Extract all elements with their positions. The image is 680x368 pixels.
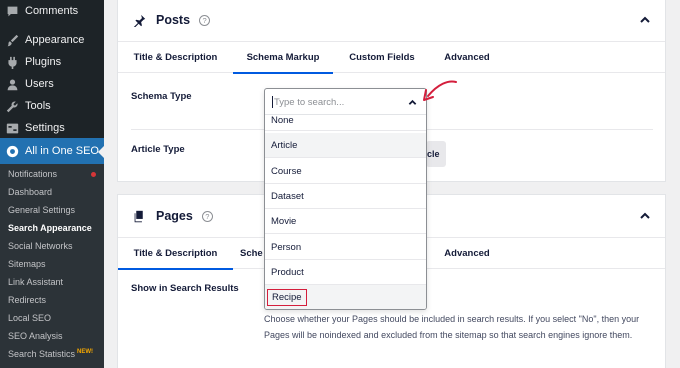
submenu-link-assistant[interactable]: Link Assistant xyxy=(8,277,63,287)
help-icon[interactable]: ? xyxy=(201,210,213,222)
help-icon[interactable]: ? xyxy=(199,14,211,26)
submenu-local-seo[interactable]: Local SEO xyxy=(8,313,51,323)
chevron-up-icon[interactable] xyxy=(639,210,651,222)
option-person[interactable]: Person xyxy=(265,235,426,260)
menu-item-label: Tools xyxy=(25,100,51,112)
users-icon xyxy=(5,77,19,91)
schema-search-input[interactable] xyxy=(274,93,404,111)
submenu-search-statistics[interactable]: Search Statistics NEW! xyxy=(8,349,93,359)
option-dataset[interactable]: Dataset xyxy=(265,184,426,209)
schema-type-label: Schema Type xyxy=(131,91,192,102)
paintbrush-icon xyxy=(5,33,19,47)
option-label: Person xyxy=(271,241,302,253)
option-label: Movie xyxy=(271,215,297,227)
menu-item-appearance[interactable]: Appearance xyxy=(0,29,104,51)
submenu-redirects[interactable]: Redirects xyxy=(8,295,46,305)
text-cursor xyxy=(272,96,273,108)
card-title: Posts xyxy=(156,13,191,27)
option-movie[interactable]: Movie xyxy=(265,209,426,234)
submenu-sitemaps[interactable]: Sitemaps xyxy=(8,259,46,269)
option-label: None xyxy=(271,115,294,126)
posts-tabs: Title & Description Schema Markup Custom… xyxy=(118,41,665,74)
menu-item-label: Plugins xyxy=(25,56,62,68)
tab-advanced[interactable]: Advanced xyxy=(431,42,503,73)
menu-item-label: Settings xyxy=(25,122,65,134)
submenu-social-networks[interactable]: Social Networks xyxy=(8,241,73,251)
chevron-up-icon[interactable] xyxy=(639,14,651,26)
pages-icon xyxy=(132,209,146,223)
menu-item-plugins[interactable]: Plugins xyxy=(0,51,104,73)
option-label: Product xyxy=(271,266,304,278)
schema-type-dropdown[interactable]: None Article Course Dataset Movie Person… xyxy=(264,88,427,310)
tab-custom-fields[interactable]: Custom Fields xyxy=(335,42,429,73)
chevron-up-icon[interactable] xyxy=(408,98,417,107)
menu-item-users[interactable]: Users xyxy=(0,73,104,95)
aioseo-icon xyxy=(5,144,19,158)
option-label: Course xyxy=(271,165,302,177)
submenu-seo-analysis[interactable]: SEO Analysis xyxy=(8,331,63,341)
menu-item-label: All in One SEO xyxy=(25,145,99,157)
pin-icon xyxy=(132,13,146,27)
option-none[interactable]: None xyxy=(265,111,426,131)
menu-item-comments[interactable]: Comments xyxy=(0,0,104,22)
option-label: Dataset xyxy=(271,190,304,202)
show-in-search-label: Show in Search Results xyxy=(131,283,239,294)
option-label: Recipe xyxy=(267,288,307,306)
card-title: Pages xyxy=(156,209,193,223)
option-label: Article xyxy=(271,139,298,151)
option-article[interactable]: Article xyxy=(265,133,426,158)
wrench-icon xyxy=(5,99,19,113)
submenu-general-settings[interactable]: General Settings xyxy=(8,205,75,215)
tab-advanced[interactable]: Advanced xyxy=(431,238,503,269)
article-type-label: Article Type xyxy=(131,144,185,155)
plugin-icon xyxy=(5,55,19,69)
menu-item-label: Comments xyxy=(25,5,79,17)
settings-icon xyxy=(5,121,19,135)
submenu-notifications[interactable]: Notifications xyxy=(8,169,57,179)
active-menu-arrow xyxy=(98,146,104,158)
menu-item-label: Users xyxy=(25,78,54,90)
notification-dot xyxy=(91,172,96,177)
submenu-search-appearance[interactable]: Search Appearance xyxy=(8,223,92,233)
submenu-dashboard[interactable]: Dashboard xyxy=(8,187,52,197)
menu-item-settings[interactable]: Settings xyxy=(0,117,104,139)
menu-item-label: Appearance xyxy=(25,34,85,46)
posts-card-header[interactable]: Posts ? xyxy=(118,0,665,41)
tab-title-description[interactable]: Title & Description xyxy=(118,238,233,270)
option-product[interactable]: Product xyxy=(265,260,426,285)
annotation-arrow-icon xyxy=(423,80,457,101)
option-course[interactable]: Course xyxy=(265,159,426,184)
menu-item-tools[interactable]: Tools xyxy=(0,95,104,117)
submenu-label: Search Statistics xyxy=(8,349,76,359)
comments-icon xyxy=(5,4,19,18)
option-recipe[interactable]: Recipe xyxy=(265,285,426,309)
show-in-search-description: Choose whether your Pages should be incl… xyxy=(264,314,640,340)
menu-item-all-in-one-seo[interactable]: All in One SEO xyxy=(0,138,104,164)
admin-sidebar: Comments Appearance Plugins Users Tools … xyxy=(0,0,104,368)
tab-title-description[interactable]: Title & Description xyxy=(118,42,233,73)
new-badge: NEW! xyxy=(77,349,94,355)
tab-schema-markup[interactable]: Schema Markup xyxy=(233,42,333,74)
article-type-button[interactable]: cle xyxy=(426,141,446,167)
